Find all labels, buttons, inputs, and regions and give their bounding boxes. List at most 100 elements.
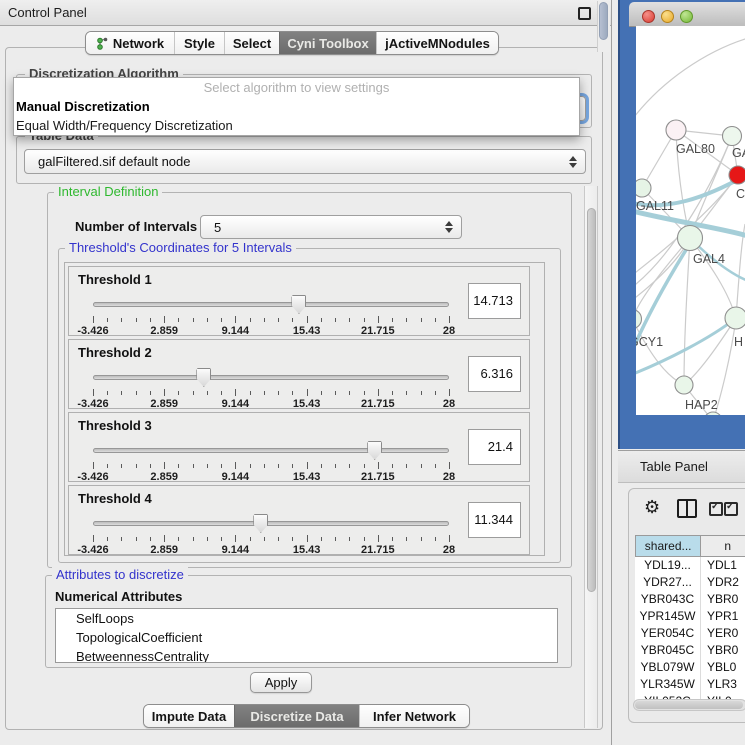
cell-name[interactable]: YBR0 xyxy=(701,642,745,659)
split-columns-icon[interactable] xyxy=(677,499,697,518)
cell-shared-name[interactable]: YDR27... xyxy=(635,574,701,591)
threshold-label: Threshold 1 xyxy=(78,272,152,287)
tab-style[interactable]: Style xyxy=(174,32,224,54)
group-legend: Interval Definition xyxy=(54,184,162,199)
table-row[interactable]: YDR27... YDR2 xyxy=(635,574,745,591)
threshold-value-field[interactable]: 6.316 xyxy=(468,356,521,392)
cell-shared-name[interactable]: YER054C xyxy=(635,625,701,642)
table-row[interactable]: YER054C YER0 xyxy=(635,625,745,642)
column-header-name[interactable]: n xyxy=(701,535,745,557)
scrollbar-thumb[interactable] xyxy=(599,2,608,40)
network-node-label: C xyxy=(736,187,745,201)
slider-thumb[interactable] xyxy=(367,441,382,460)
attributes-scrollbar[interactable] xyxy=(597,1,610,52)
cell-shared-name[interactable]: YBR045C xyxy=(635,642,701,659)
slider-ticks xyxy=(93,389,449,397)
network-canvas[interactable]: GAL80GACGAL11GAL4GCY1HHAP2 xyxy=(636,26,745,415)
table-row[interactable]: YPR145W YPR1 xyxy=(635,608,745,625)
number-of-intervals-combo[interactable]: 5 xyxy=(200,215,462,239)
slider-ticks xyxy=(93,316,449,324)
network-node-label: H xyxy=(734,335,743,349)
threshold-stack: Threshold 1 -3.4262.8599.14415.4321.7152… xyxy=(64,262,545,556)
network-node[interactable] xyxy=(636,179,651,197)
tab-jactivemnodules[interactable]: jActiveMNodules xyxy=(376,32,498,54)
threshold-label: Threshold 4 xyxy=(78,491,152,506)
checkbox-icon[interactable] xyxy=(709,502,723,516)
popup-item-equal-width[interactable]: Equal Width/Frequency Discretization xyxy=(14,116,579,135)
minimize-traffic-light[interactable] xyxy=(661,10,674,23)
slider-track[interactable] xyxy=(93,302,449,307)
attribute-list-item[interactable]: SelfLoops xyxy=(56,609,557,628)
cell-name[interactable]: YDL1 xyxy=(701,557,745,574)
numerical-attributes-list[interactable]: SelfLoops TopologicalCoefficient Between… xyxy=(55,608,558,663)
apply-button[interactable]: Apply xyxy=(250,672,312,693)
scrollbar-thumb[interactable] xyxy=(635,701,743,709)
slider-track[interactable] xyxy=(93,375,449,380)
threshold-value-field[interactable]: 14.713 xyxy=(468,283,521,319)
cell-shared-name[interactable]: YDL19... xyxy=(635,557,701,574)
main-scrollbar[interactable] xyxy=(584,186,598,728)
cell-name[interactable]: YPR1 xyxy=(701,608,745,625)
network-node[interactable] xyxy=(725,307,745,329)
attribute-list-item[interactable]: BetweennessCentrality xyxy=(56,647,557,663)
gear-icon[interactable]: ⚙ xyxy=(644,498,660,516)
zoom-traffic-light[interactable] xyxy=(680,10,693,23)
table-data-combo[interactable]: galFiltered.sif default node xyxy=(24,149,586,174)
table-row[interactable]: YBR043C YBR0 xyxy=(635,591,745,608)
cell-name[interactable]: YER0 xyxy=(701,625,745,642)
cell-shared-name[interactable]: YBL079W xyxy=(635,659,701,676)
network-node[interactable] xyxy=(729,166,745,184)
scrollbar-thumb[interactable] xyxy=(587,208,596,592)
tab-impute-data[interactable]: Impute Data xyxy=(144,705,234,727)
network-node-label: GAL11 xyxy=(636,199,674,213)
slider-track[interactable] xyxy=(93,521,449,526)
threshold-value-field[interactable]: 11.344 xyxy=(468,502,521,538)
attribute-list-item[interactable]: TopologicalCoefficient xyxy=(56,628,557,647)
network-node[interactable] xyxy=(723,127,742,146)
table-row[interactable]: YDL19... YDL1 xyxy=(635,557,745,574)
cell-name[interactable]: YDR2 xyxy=(701,574,745,591)
table-row[interactable]: YLR345W YLR3 xyxy=(635,676,745,693)
slider-thumb[interactable] xyxy=(196,368,211,387)
combo-arrows-icon xyxy=(569,156,577,168)
tab-cyni-toolbox[interactable]: Cyni Toolbox xyxy=(279,32,376,54)
cell-name[interactable]: YBL0 xyxy=(701,659,745,676)
threshold-slider[interactable]: -3.4262.8599.14415.4321.71528 xyxy=(93,368,449,408)
network-node[interactable] xyxy=(675,376,693,394)
slider-thumb[interactable] xyxy=(253,514,268,533)
cell-shared-name[interactable]: YBR043C xyxy=(635,591,701,608)
threshold-slider[interactable]: -3.4262.8599.14415.4321.71528 xyxy=(93,441,449,481)
threshold-box: Threshold 1 -3.4262.8599.14415.4321.7152… xyxy=(68,266,530,336)
screen: Control Panel ✖ Network Style Select xyxy=(0,0,745,745)
network-node[interactable] xyxy=(666,120,686,140)
popup-item-manual-discretization[interactable]: Manual Discretization xyxy=(14,97,579,116)
tab-infer-network[interactable]: Infer Network xyxy=(359,705,469,727)
cell-shared-name[interactable]: YLR345W xyxy=(635,676,701,693)
cell-name[interactable]: YBR0 xyxy=(701,591,745,608)
network-window-titlebar[interactable] xyxy=(629,2,745,27)
network-node[interactable] xyxy=(678,226,703,251)
top-tab-bar: Network Style Select Cyni Toolbox jActiv… xyxy=(85,31,499,55)
network-node-label: HAP2 xyxy=(685,398,718,412)
tab-discretize-data[interactable]: Discretize Data xyxy=(234,705,359,727)
tab-network[interactable]: Network xyxy=(86,32,174,54)
combo-value: galFiltered.sif default node xyxy=(38,150,190,173)
float-window-icon[interactable] xyxy=(578,7,591,20)
threshold-slider[interactable]: -3.4262.8599.14415.4321.71528 xyxy=(93,295,449,335)
table-horizontal-scrollbar[interactable] xyxy=(633,699,745,711)
cell-shared-name[interactable]: YPR145W xyxy=(635,608,701,625)
network-node[interactable] xyxy=(636,310,642,329)
slider-thumb[interactable] xyxy=(291,295,306,314)
table-row[interactable]: YBR045C YBR0 xyxy=(635,642,745,659)
column-header-shared-name[interactable]: shared... xyxy=(635,535,701,557)
table-row[interactable]: YBL079W YBL0 xyxy=(635,659,745,676)
tab-label: Cyni Toolbox xyxy=(287,36,368,51)
checkbox-icon[interactable] xyxy=(724,502,738,516)
threshold-slider[interactable]: -3.4262.8599.14415.4321.71528 xyxy=(93,514,449,554)
numerical-attributes-label: Numerical Attributes xyxy=(55,589,182,604)
slider-track[interactable] xyxy=(93,448,449,453)
close-traffic-light[interactable] xyxy=(642,10,655,23)
threshold-value-field[interactable]: 21.4 xyxy=(468,429,521,465)
tab-select[interactable]: Select xyxy=(224,32,279,54)
cell-name[interactable]: YLR3 xyxy=(701,676,745,693)
